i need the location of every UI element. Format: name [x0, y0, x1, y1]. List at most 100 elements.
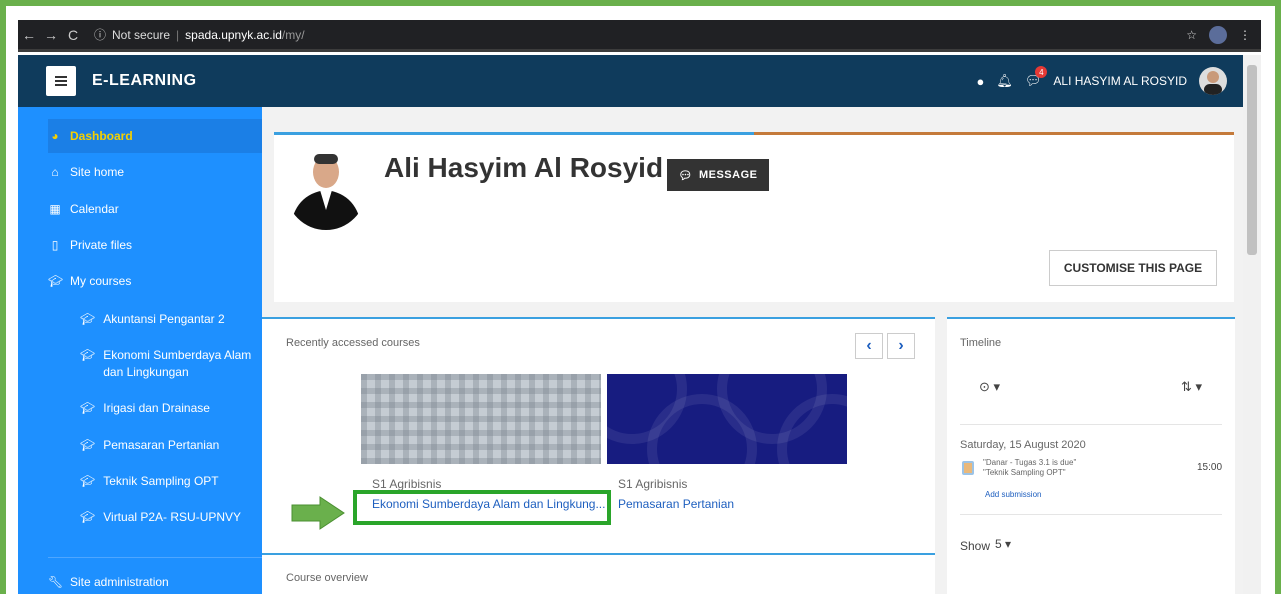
- timeline-filter-dropdown[interactable]: ⊙ ▾: [979, 379, 1000, 395]
- sidebar-item-private-files[interactable]: ▯ Private files: [48, 238, 258, 252]
- course-overview-card: Course overview: [262, 553, 935, 594]
- timeline-event-time: 15:00: [1197, 462, 1223, 473]
- sidebar-course-label: Akuntansi Pengantar 2: [103, 312, 225, 326]
- url-host: spada.upnyk.ac.id: [185, 27, 282, 42]
- next-arrow-button[interactable]: ›: [887, 333, 915, 359]
- sidebar-course-teknik[interactable]: 🎓︎ Teknik Sampling OPT: [80, 473, 260, 490]
- graduation-cap-icon: 🎓︎: [80, 312, 96, 326]
- browser-toolbar: ← → C ⓘ Not secure | spada.upnyk.ac.id /…: [18, 20, 1261, 52]
- globe-icon[interactable]: ●: [977, 74, 985, 89]
- sidebar-course-pemasaran[interactable]: 🎓︎ Pemasaran Pertanian: [80, 437, 260, 454]
- profile-avatar: [286, 150, 366, 230]
- graduation-cap-icon: 🎓︎: [80, 438, 96, 452]
- hamburger-menu-button[interactable]: [46, 66, 76, 96]
- sidebar-item-calendar[interactable]: ▦ Calendar: [48, 202, 258, 216]
- browser-profile-avatar[interactable]: [1209, 25, 1227, 44]
- browser-menu-icon[interactable]: ⋮: [1239, 28, 1251, 42]
- site-brand[interactable]: E-LEARNING: [92, 72, 197, 90]
- person-icon: [1204, 71, 1222, 95]
- back-icon[interactable]: ←: [18, 27, 40, 43]
- user-avatar[interactable]: [1199, 67, 1227, 95]
- sidebar-divider: [48, 557, 266, 558]
- url-path: /my/: [281, 27, 305, 42]
- timeline-event-title[interactable]: "Danar - Tugas 3.1 is due": [983, 458, 1076, 467]
- profile-name: Ali Hasyim Al Rosyid: [384, 152, 664, 183]
- course-image[interactable]: [607, 374, 847, 464]
- show-count-value: 5: [995, 537, 1002, 551]
- sidebar-item-site-home[interactable]: ⌂ Site home: [48, 165, 258, 179]
- course-category: S1 Agribisnis: [372, 477, 442, 491]
- sidebar-course-akuntansi[interactable]: 🎓︎ Akuntansi Pengantar 2: [80, 311, 260, 328]
- timeline-card: Timeline ⊙ ▾ ⇅ ▾ Saturday, 15 August 202…: [947, 317, 1235, 594]
- chat-icon: 💬︎: [678, 169, 693, 182]
- message-button[interactable]: 💬︎ MESSAGE: [667, 159, 769, 191]
- sidebar-course-label: Teknik Sampling OPT: [103, 474, 219, 488]
- forward-icon[interactable]: →: [40, 27, 62, 43]
- graduation-cap-icon: 🎓︎: [80, 510, 96, 524]
- course-image[interactable]: [361, 374, 601, 464]
- sidebar-item-label: Dashboard: [70, 129, 133, 143]
- info-icon: ⓘ: [94, 28, 107, 42]
- person-icon: [290, 154, 362, 230]
- security-label: Not secure: [112, 27, 171, 42]
- sidebar-item-label: My courses: [70, 274, 132, 288]
- customise-page-button[interactable]: CUSTOMISE THIS PAGE: [1049, 250, 1217, 286]
- top-navbar: E-LEARNING ● 🔔︎ 💬︎ 4 ALI HASYIM AL ROSYI…: [18, 55, 1243, 107]
- sidebar-course-irigasi[interactable]: 🎓︎ Irigasi dan Drainase: [80, 400, 260, 417]
- page-scrollbar[interactable]: [1243, 55, 1261, 594]
- sidebar-course-label: Irigasi dan Drainase: [103, 401, 210, 415]
- timeline-date: Saturday, 15 August 2020: [960, 439, 1086, 451]
- timeline-divider: [960, 424, 1222, 425]
- sidebar-item-my-courses[interactable]: 🎓︎ My courses: [48, 274, 258, 288]
- graduation-cap-icon: 🎓︎: [80, 348, 96, 362]
- carousel-controls: ‹ ›: [855, 333, 915, 359]
- timeline-event-course: "Teknik Sampling OPT": [983, 468, 1066, 477]
- url-separator: |: [176, 27, 180, 42]
- dashboard-icon: ◕: [51, 129, 59, 143]
- sidebar-item-dashboard[interactable]: ◕ Dashboard: [48, 129, 258, 143]
- browser-actions: ☆ ⋮: [1186, 25, 1251, 44]
- sidebar-course-ekonomi[interactable]: 🎓︎ Ekonomi Sumberdaya Alam dan Lingkunga…: [80, 347, 260, 381]
- scrollbar-thumb[interactable]: [1247, 65, 1257, 255]
- messages-button[interactable]: 💬︎ 4: [1025, 66, 1048, 89]
- course-category: S1 Agribisnis: [618, 477, 688, 491]
- timeline-title: Timeline: [960, 337, 1002, 349]
- sidebar-item-label: Private files: [70, 238, 133, 252]
- timeline-sort-dropdown[interactable]: ⇅ ▾: [1181, 379, 1202, 395]
- wrench-icon: 🔧︎: [48, 575, 64, 589]
- bookmark-star-icon[interactable]: ☆: [1186, 28, 1197, 42]
- sidebar-course-label: Pemasaran Pertanian: [103, 438, 220, 452]
- reload-icon[interactable]: C: [62, 27, 84, 43]
- message-count-badge: 4: [1035, 66, 1048, 78]
- graduation-cap-icon: 🎓︎: [80, 401, 96, 415]
- hamburger-icon: [55, 76, 67, 86]
- header-accent-line: [754, 132, 1234, 135]
- main-content: Ali Hasyim Al Rosyid 💬︎ MESSAGE CUSTOMIS…: [262, 107, 1243, 594]
- sidebar-course-label: Ekonomi Sumberdaya Alam dan Lingkungan: [103, 348, 252, 379]
- prev-arrow-button[interactable]: ‹: [855, 333, 883, 359]
- sidebar-item-label: Site administration: [70, 575, 169, 589]
- sidebar-item-site-admin[interactable]: 🔧︎ Site administration: [48, 575, 258, 589]
- assignment-icon: [962, 461, 974, 475]
- message-button-label: MESSAGE: [698, 169, 758, 181]
- bell-icon[interactable]: 🔔︎: [996, 73, 1013, 89]
- navbar-right: ● 🔔︎ 💬︎ 4 ALI HASYIM AL ROSYID: [977, 66, 1227, 95]
- sidebar-course-label: Virtual P2A- RSU-UPNVY: [103, 510, 242, 524]
- highlight-box: [353, 490, 611, 525]
- add-submission-link[interactable]: Add submission: [985, 490, 1041, 499]
- user-menu-name[interactable]: ALI HASYIM AL ROSYID: [1053, 74, 1187, 88]
- sidebar-item-label: Calendar: [70, 202, 119, 216]
- sidebar: ◕ Dashboard ⌂ Site home ▦ Calendar ▯ Pri…: [18, 107, 266, 594]
- show-count-dropdown[interactable]: 5 ▾: [995, 537, 1011, 551]
- header-accent-line: [274, 132, 754, 135]
- timeline-divider: [960, 514, 1222, 515]
- course-link[interactable]: Pemasaran Pertanian: [618, 497, 734, 511]
- sidebar-course-virtual[interactable]: 🎓︎ Virtual P2A- RSU-UPNVY: [80, 509, 260, 526]
- sidebar-item-label: Site home: [70, 165, 125, 179]
- graduation-cap-icon: 🎓︎: [80, 474, 96, 488]
- recent-courses-title: Recently accessed courses: [286, 337, 420, 349]
- graduation-cap-icon: 🎓︎: [48, 274, 64, 288]
- show-label: Show: [960, 539, 991, 553]
- home-icon: ⌂: [51, 165, 59, 179]
- address-bar[interactable]: ⓘ Not secure | spada.upnyk.ac.id /my/: [94, 24, 1186, 46]
